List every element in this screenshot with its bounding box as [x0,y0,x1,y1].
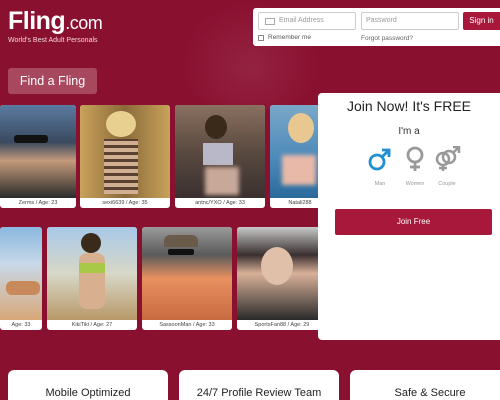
feature-label: Safe & Secure [394,387,466,399]
iam-label: I'm a [398,126,420,137]
login-form: Email Address Password Sign in Remember … [253,8,500,46]
profile-card[interactable]: KikiTiki / Age: 27 [47,227,137,330]
feature-card-review-team: 24/7 Profile Review Team [179,370,339,400]
join-panel: Join Now! It's FREE I'm a Man Women Coup… [318,93,500,340]
profile-caption: Age: 33 [11,322,31,328]
profile-card[interactable]: sexi6639 / Age: 35 [80,105,170,208]
hair-shape [106,111,136,137]
arm-shape [6,281,40,295]
password-placeholder: Password [366,17,397,24]
gender-label: Man [374,181,386,187]
blurred-area [282,155,316,185]
profile-card[interactable]: Zerms / Age: 23 [0,105,76,208]
feature-label: Mobile Optimized [45,387,131,399]
profile-caption: antnc/YXO / Age: 33 [195,200,245,206]
profile-photo [0,105,76,198]
email-field[interactable]: Email Address [258,12,356,30]
password-field[interactable]: Password [361,12,459,30]
forgot-password-link[interactable]: Forgot password? [361,35,413,42]
logo-tagline: World's Best Adult Personals [8,37,98,44]
feature-card-mobile: Mobile Optimized [8,370,168,400]
gender-label: Women [405,181,425,187]
profile-card[interactable]: SportsFan88 / Age: 29 [237,227,320,330]
blurred-area [205,167,239,195]
feature-label: 24/7 Profile Review Team [196,387,322,399]
join-free-button[interactable]: Join Free [335,209,492,235]
profile-caption: sexi6639 / Age: 35 [102,200,148,206]
sunglasses-shape [168,249,194,255]
body-shape [79,253,105,309]
profile-photo [175,105,265,198]
profile-photo [80,105,170,198]
profile-photo [237,227,320,320]
gender-couple-option[interactable]: Couple [430,146,464,187]
gender-man-option[interactable]: Man [363,146,397,187]
feature-card-secure: Safe & Secure [350,370,500,400]
remember-me[interactable]: Remember me [258,34,311,41]
face-shape [261,247,293,285]
profile-photo [47,227,137,320]
sign-in-button[interactable]: Sign in [463,12,500,30]
site-logo[interactable]: Fling.com World's Best Adult Personals [8,7,103,44]
remember-label: Remember me [268,34,311,41]
top-shape [79,263,105,273]
profile-photo [0,227,42,320]
profile-caption: SportsFan88 / Age: 29 [254,322,310,328]
top-shape [203,143,233,165]
gender-label: Couple [438,181,456,187]
couple-symbol-icon [435,146,461,171]
male-symbol-icon [368,148,391,171]
profile-card[interactable]: Natali288 [270,105,320,208]
profile-card[interactable]: antnc/YXO / Age: 33 [175,105,265,208]
hair-shape [288,113,314,143]
join-title: Join Now! It's FREE [346,98,472,114]
profile-caption: SassoonMan / Age: 33 [159,322,215,328]
profile-caption: Zerms / Age: 23 [18,200,58,206]
email-placeholder: Email Address [279,17,324,24]
find-a-fling-button[interactable]: Find a Fling [8,68,97,94]
profile-card[interactable]: SassoonMan / Age: 33 [142,227,232,330]
mail-icon [265,18,275,25]
sunglasses-shape [14,135,48,143]
female-symbol-icon [406,146,424,171]
profile-caption: Natali288 [288,200,312,206]
profile-photo [270,105,320,198]
profile-gallery: Zerms / Age: 23 sexi6639 / Age: 35 antnc… [0,105,320,335]
head-shape [205,115,227,139]
logo-name: Fling [8,7,66,35]
profile-card[interactable]: Age: 33 [0,227,42,330]
head-shape [81,233,101,253]
dress-shape [104,139,138,194]
gender-woman-option[interactable]: Women [398,146,432,187]
profile-photo [142,227,232,320]
cap-shape [164,235,198,247]
remember-checkbox[interactable] [258,34,264,41]
profile-caption: KikiTiki / Age: 27 [71,322,113,328]
logo-dotcom: .com [65,13,103,33]
